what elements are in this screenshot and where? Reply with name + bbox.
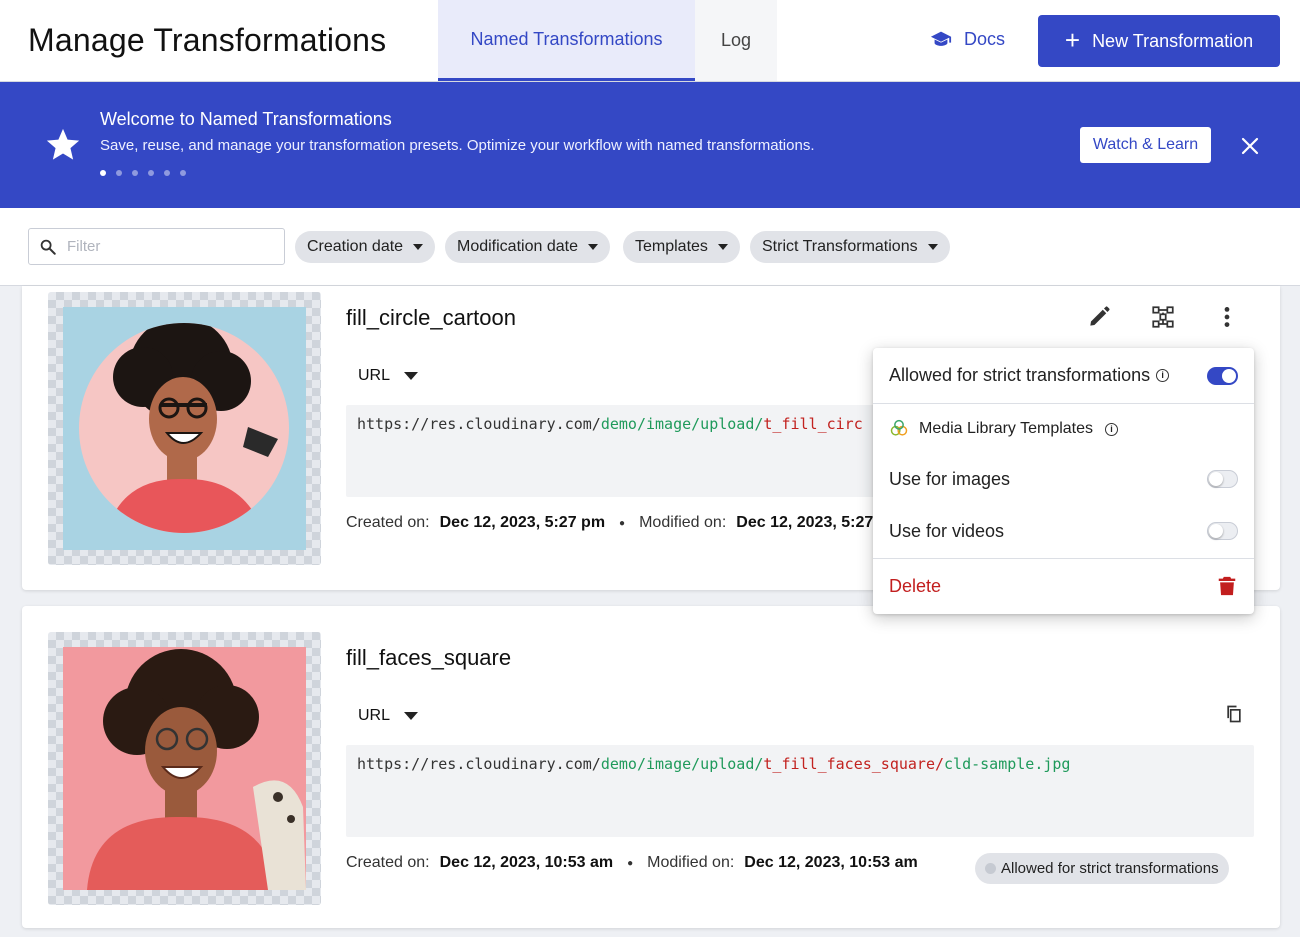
url-transformation: t_fill_circ [763, 415, 863, 433]
use-images-label: Use for images [889, 468, 1011, 489]
url-type-label: URL [358, 707, 391, 724]
templates-label: Media Library Templates [919, 420, 1094, 437]
url-transformation: t_fill_faces_square/ [763, 755, 945, 773]
carousel-dot[interactable] [132, 170, 138, 176]
cartoon-portrait-image [79, 323, 289, 533]
carousel-dot[interactable] [180, 170, 186, 176]
created-label: Created on: [346, 854, 430, 871]
url-type-select[interactable]: URL [358, 367, 419, 385]
carousel-dots [100, 170, 186, 176]
new-transformation-label: New Transformation [1092, 30, 1254, 51]
more-options-icon[interactable] [1214, 304, 1240, 330]
chip-label: Templates [635, 238, 708, 255]
strict-toggle[interactable] [1207, 366, 1238, 385]
transformation-name: fill_circle_cartoon [346, 305, 516, 330]
bullet-separator: ● [627, 857, 634, 869]
carousel-dot[interactable] [148, 170, 154, 176]
banner-text: Save, reuse, and manage your transformat… [100, 137, 815, 154]
caret-down-icon [413, 244, 424, 250]
bullet-separator: ● [619, 517, 626, 529]
url-path: demo/image/upload/ [600, 415, 764, 433]
menu-item-delete[interactable]: Delete [873, 559, 1254, 614]
new-transformation-button[interactable]: + New Transformation [1038, 15, 1280, 67]
url-base: https://res.cloudinary.com/ [357, 755, 601, 773]
use-videos-toggle[interactable] [1207, 522, 1238, 540]
transformation-card: fill_faces_square URL https://res.cloudi… [22, 606, 1280, 928]
menu-item-use-videos[interactable]: Use for videos [873, 506, 1254, 556]
tab-named-transformations[interactable]: Named Transformations [438, 0, 695, 81]
info-icon: i [1105, 422, 1119, 436]
url-type-label: URL [358, 367, 391, 384]
filter-field[interactable] [28, 228, 285, 265]
tab-log[interactable]: Log [695, 0, 777, 81]
close-icon[interactable] [1238, 134, 1262, 158]
created-date: Dec 12, 2023, 10:53 am [439, 854, 614, 871]
preview-image [63, 647, 306, 890]
transformation-name: fill_faces_square [346, 645, 512, 670]
page-title: Manage Transformations [28, 22, 387, 58]
chip-label: Strict Transformations [762, 238, 918, 255]
welcome-banner: Welcome to Named Transformations Save, r… [0, 82, 1300, 208]
chip-label: Creation date [307, 238, 404, 255]
caret-down-icon [587, 244, 598, 250]
created-date: Dec 12, 2023, 5:27 pm [439, 514, 606, 531]
modified-label: Modified on: [639, 514, 727, 531]
chip-label: Modification date [457, 238, 578, 255]
strict-transformations-filter[interactable]: Strict Transformations [750, 231, 950, 263]
search-icon [40, 239, 56, 255]
templates-icon [890, 419, 908, 436]
portrait-image [87, 649, 306, 890]
more-options-menu: Allowed for strict transformations i Med… [873, 348, 1254, 614]
preview-image [63, 307, 306, 550]
banner-title: Welcome to Named Transformations [100, 109, 392, 129]
docs-link[interactable]: Docs [930, 28, 1005, 50]
info-icon: i [1156, 369, 1170, 382]
url-path: demo/image/upload/ [600, 755, 764, 773]
watch-learn-button[interactable]: Watch & Learn [1080, 127, 1211, 163]
created-label: Created on: [346, 514, 430, 531]
carousel-dot[interactable] [116, 170, 122, 176]
strict-status-badge: Allowed for strict transformations [975, 853, 1229, 884]
transformation-preview [48, 292, 321, 565]
caret-down-icon [404, 712, 419, 720]
docs-label: Docs [964, 28, 1006, 49]
url-type-select[interactable]: URL [358, 707, 419, 725]
filter-bar: Creation date Modification date Template… [0, 208, 1300, 286]
strict-label: Allowed for strict transformations [889, 365, 1151, 385]
carousel-dot[interactable] [164, 170, 170, 176]
use-images-toggle[interactable] [1207, 470, 1238, 488]
modified-date: Dec 12, 2023, 10:53 am [744, 854, 918, 871]
transformation-dates: Created on: Dec 12, 2023, 5:27 pm ● Modi… [346, 514, 873, 532]
url-base: https://res.cloudinary.com/ [357, 415, 601, 433]
star-icon [46, 128, 80, 160]
transformation-preview [48, 632, 321, 905]
caret-down-icon [927, 244, 938, 250]
app-header: Manage Transformations Named Transformat… [0, 0, 1300, 82]
graduation-cap-icon [930, 31, 952, 46]
url-box[interactable]: https://res.cloudinary.com/demo/image/up… [346, 745, 1254, 837]
use-videos-label: Use for videos [889, 520, 1005, 541]
copy-icon[interactable] [1224, 704, 1244, 724]
transformation-dates: Created on: Dec 12, 2023, 10:53 am ● Mod… [346, 854, 918, 872]
plus-icon: + [1064, 24, 1081, 55]
modification-date-filter[interactable]: Modification date [445, 231, 610, 263]
url-file: cld-sample.jpg [944, 755, 1071, 773]
caret-down-icon [404, 372, 419, 380]
modified-label: Modified on: [647, 854, 735, 871]
templates-filter[interactable]: Templates [623, 231, 740, 263]
menu-item-use-images[interactable]: Use for images [873, 454, 1254, 504]
edit-pencil-icon[interactable] [1086, 304, 1112, 330]
hierarchy-icon[interactable] [1150, 304, 1176, 330]
delete-label: Delete [889, 576, 942, 596]
menu-section-templates: Media Library Templates i [873, 404, 1254, 454]
creation-date-filter[interactable]: Creation date [295, 231, 436, 263]
trash-icon [1218, 576, 1236, 596]
carousel-dot[interactable] [100, 170, 106, 176]
modified-date: Dec 12, 2023, 5:27 [736, 514, 874, 531]
filter-input[interactable] [67, 238, 267, 255]
menu-item-strict[interactable]: Allowed for strict transformations i [873, 348, 1254, 403]
caret-down-icon [717, 244, 728, 250]
